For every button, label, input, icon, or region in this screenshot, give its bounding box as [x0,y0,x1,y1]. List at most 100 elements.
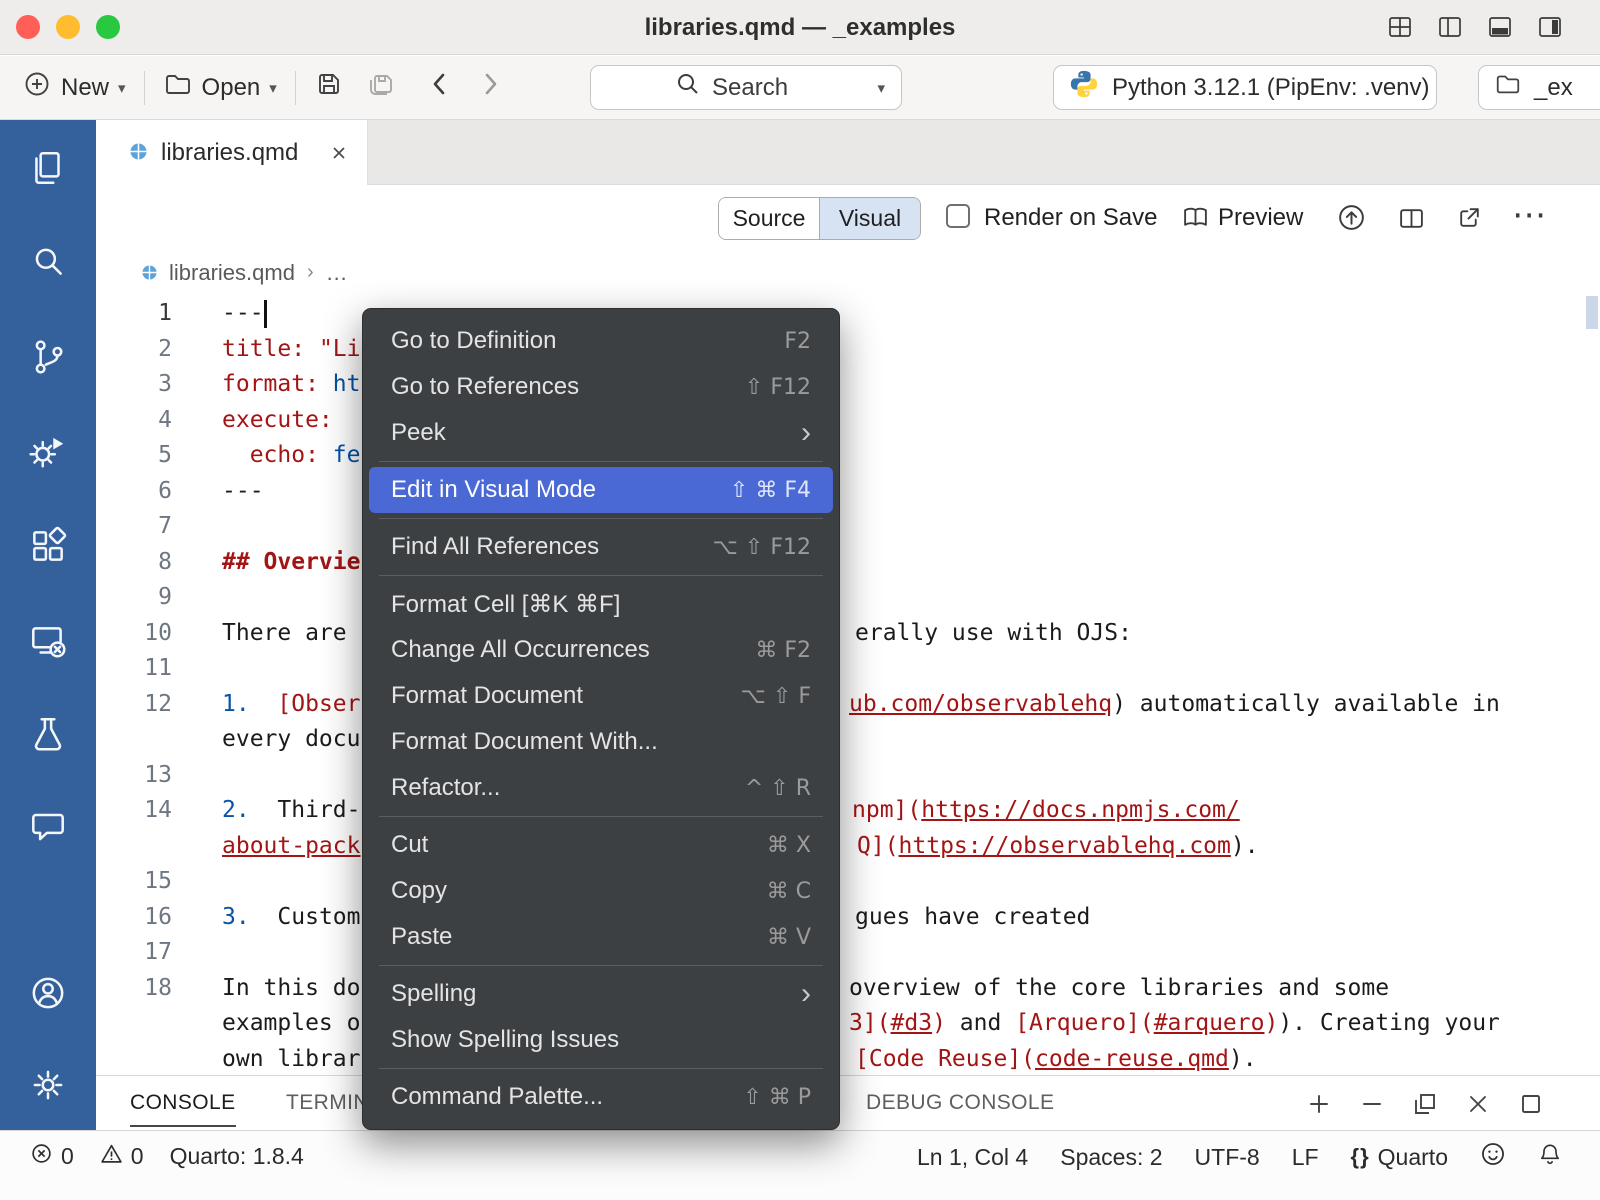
run-debug-icon[interactable] [27,429,69,471]
menu-item-peek[interactable]: Peek› [369,410,833,456]
eol-sequence[interactable]: LF [1292,1144,1319,1171]
code-line[interactable]: 15 [96,864,1600,900]
minimize-panel-icon[interactable] [1359,1091,1385,1117]
line-number[interactable]: 11 [96,651,172,687]
line-number[interactable]: 4 [96,403,172,439]
code-line[interactable]: examples o3](#d3) and [Arquero](#arquero… [96,1006,1600,1042]
warning-count[interactable]: 0 [100,1142,144,1171]
line-number[interactable]: 10 [96,616,172,652]
tab-debug-console[interactable]: DEBUG CONSOLE [866,1076,1054,1125]
source-mode-button[interactable]: Source [719,198,819,239]
preview-button[interactable]: Preview [1218,185,1303,250]
maximize-panel-icon[interactable] [1518,1091,1544,1117]
line-number[interactable]: 13 [96,758,172,794]
restore-panel-icon[interactable] [1412,1091,1438,1117]
code-line[interactable]: 2title: "Li [96,332,1600,368]
source-control-icon[interactable] [27,336,69,378]
testing-beaker-icon[interactable] [27,713,69,755]
line-number[interactable]: 9 [96,580,172,616]
menu-item-go-to-references[interactable]: Go to References⇧ F12 [369,364,833,410]
tab-console[interactable]: CONSOLE [130,1076,236,1127]
code-line[interactable]: 13 [96,758,1600,794]
line-number[interactable]: 1 [96,296,172,332]
code-line[interactable]: 4execute: [96,403,1600,439]
line-number[interactable]: 12 [96,687,172,723]
menu-item-paste[interactable]: Paste⌘ V [369,914,833,960]
toggle-panel-icon[interactable] [1486,13,1514,41]
code-line[interactable]: 10There are erally use with OJS: [96,616,1600,652]
code-line[interactable]: every docu [96,722,1600,758]
toggle-secondary-sidebar-icon[interactable] [1536,13,1564,41]
search-icon[interactable] [27,241,69,283]
close-tab-icon[interactable] [329,143,349,163]
menu-item-show-spelling-issues[interactable]: Show Spelling Issues [369,1017,833,1063]
code-line[interactable]: about-packQ](https://observablehq.com). [96,829,1600,865]
more-actions-icon[interactable]: ⋯ [1512,185,1546,245]
line-number[interactable]: 6 [96,474,172,510]
code-line[interactable]: 9 [96,580,1600,616]
menu-item-go-to-definition[interactable]: Go to DefinitionF2 [369,318,833,364]
notifications-bell-icon[interactable] [1538,1142,1562,1172]
new-button[interactable]: New ▾ [22,69,126,106]
search-input[interactable]: Search ▾ [590,65,902,110]
code-line[interactable]: 163. Customgues have created [96,900,1600,936]
menu-item-refactor[interactable]: Refactor...^ ⇧ R [369,765,833,811]
account-icon[interactable] [27,972,69,1014]
menu-item-format-document-with[interactable]: Format Document With... [369,719,833,765]
menu-item-command-palette[interactable]: Command Palette...⇧ ⌘ P [369,1074,833,1120]
forward-button[interactable] [478,71,502,104]
extensions-icon[interactable] [27,525,69,567]
menu-item-copy[interactable]: Copy⌘ C [369,868,833,914]
code-line[interactable]: 8## Overvie [96,545,1600,581]
close-panel-icon[interactable] [1465,1091,1491,1117]
menu-item-cut[interactable]: Cut⌘ X [369,822,833,868]
tab-libraries-qmd[interactable]: libraries.qmd [96,120,368,185]
split-editor-icon[interactable] [1398,205,1425,237]
menu-item-find-all-references[interactable]: Find All References⌥ ⇧ F12 [369,524,833,570]
render-on-save-checkbox[interactable] [946,204,970,228]
preview-icon[interactable] [1182,204,1209,236]
encoding[interactable]: UTF-8 [1195,1144,1260,1171]
open-button[interactable]: Open ▾ [163,69,277,106]
line-number[interactable]: 17 [96,935,172,971]
code-line[interactable]: 17 [96,935,1600,971]
chat-icon[interactable] [27,805,69,847]
menu-item-spelling[interactable]: Spelling› [369,971,833,1017]
line-number[interactable]: 16 [96,900,172,936]
code-line[interactable]: 7 [96,509,1600,545]
layout-grid-icon[interactable] [1386,13,1414,41]
breadcrumb-more[interactable]: … [326,260,348,286]
line-number[interactable]: 18 [96,971,172,1007]
line-number[interactable]: 2 [96,332,172,368]
menu-item-change-all-occurrences[interactable]: Change All Occurrences⌘ F2 [369,627,833,673]
project-button[interactable]: _ex [1478,65,1600,110]
language-mode[interactable]: {} Quarto [1351,1144,1448,1171]
code-line[interactable]: 121. [Obserub.com/observablehq) automati… [96,687,1600,723]
line-number[interactable]: 15 [96,864,172,900]
save-all-button[interactable] [366,69,398,106]
code-line[interactable]: 18In this dooverview of the core librari… [96,971,1600,1007]
render-circle-arrow-icon[interactable] [1336,202,1367,238]
explorer-icon[interactable] [27,147,69,189]
code-line[interactable]: own librar[Code Reuse](code-reuse.qmd). [96,1042,1600,1076]
code-line[interactable]: 6--- [96,474,1600,510]
code-line[interactable]: 11 [96,651,1600,687]
breadcrumb-file[interactable]: libraries.qmd [169,260,295,286]
cursor-position[interactable]: Ln 1, Col 4 [917,1144,1028,1171]
code-line[interactable]: 3format: ht [96,367,1600,403]
menu-item-format-document[interactable]: Format Document⌥ ⇧ F [369,673,833,719]
code-line[interactable]: 142. Third-npm](https://docs.npmjs.com/ [96,793,1600,829]
line-number[interactable]: 3 [96,367,172,403]
new-console-plus-icon[interactable] [1306,1091,1332,1117]
back-button[interactable] [428,71,452,104]
line-number[interactable]: 5 [96,438,172,474]
quarto-version[interactable]: Quarto: 1.8.4 [170,1143,304,1170]
open-in-new-window-icon[interactable] [1456,204,1483,236]
feedback-smiley-icon[interactable] [1480,1141,1506,1173]
save-button[interactable] [314,69,344,106]
sessions-icon[interactable] [27,620,69,662]
settings-gear-icon[interactable] [27,1064,69,1106]
error-count[interactable]: 0 [30,1142,74,1171]
interpreter-selector[interactable]: Python 3.12.1 (PipEnv: .venv) [1053,65,1437,110]
menu-item-edit-in-visual-mode[interactable]: Edit in Visual Mode⇧ ⌘ F4 [369,467,833,513]
